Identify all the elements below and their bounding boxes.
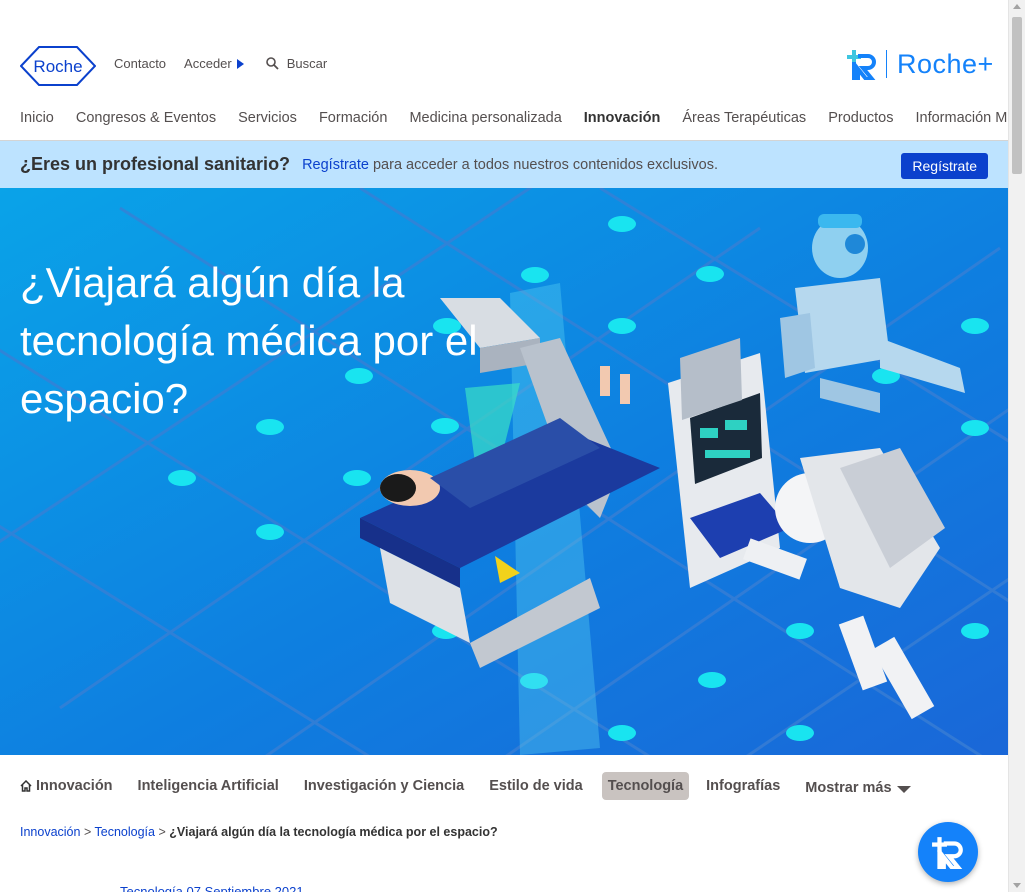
logo-separator [886,50,887,78]
breadcrumb-separator: > [158,825,166,839]
breadcrumb: Innovación > Tecnología > ¿Viajará algún… [20,825,498,839]
breadcrumb-link-tecnologia[interactable]: Tecnología [95,825,155,839]
nav-item-congresos[interactable]: Congresos & Eventos [76,110,216,126]
banner-text: Regístrate para acceder a todos nuestros… [302,157,718,173]
hero-title: ¿Viajará algún día la tecnología médica … [20,259,478,422]
scroll-thumb[interactable] [1012,17,1022,174]
subnav-item-estilo-de-vida[interactable]: Estilo de vida [489,778,582,794]
svg-text:Roche: Roche [33,57,82,76]
roche-plus-logo[interactable]: Roche+ [846,48,994,80]
roche-plus-logo-icon [847,50,876,80]
show-more-button[interactable]: Mostrar más [805,780,911,796]
caret-right-icon [236,58,244,69]
site-header: Roche Contacto Acceder Buscar Roche+ Ini… [0,0,1025,140]
breadcrumb-current: ¿Viajará algún día la tecnología médica … [169,825,498,839]
roche-logo[interactable]: Roche [20,46,96,86]
page-scrollbar[interactable] [1008,0,1025,892]
login-label: Acceder [184,56,232,71]
utility-links: Contacto Acceder Buscar [114,56,327,71]
banner-description: para acceder a todos nuestros contenidos… [368,156,718,173]
nav-item-medicina-personalizada[interactable]: Medicina personalizada [409,110,561,126]
main-nav: Inicio Congresos & Eventos Servicios For… [20,110,1025,126]
nav-item-innovacion[interactable]: Innovación [584,110,661,126]
section-subnav: Innovación Inteligencia Artificial Inves… [20,772,936,800]
breadcrumb-separator: > [83,825,92,839]
subnav-item-inteligencia-artificial[interactable]: Inteligencia Artificial [138,778,279,794]
contact-link[interactable]: Contacto [114,56,166,71]
roche-plus-wordmark: Roche+ [897,48,994,79]
subnav-item-investigacion-ciencia[interactable]: Investigación y Ciencia [304,778,464,794]
search-placeholder: Buscar [286,56,328,71]
banner-register-link[interactable]: Regístrate [302,157,369,173]
search-field[interactable]: Buscar [265,56,328,71]
nav-item-productos[interactable]: Productos [828,110,893,126]
banner-question: ¿Eres un profesional sanitario? [20,154,291,174]
hero-banner: ¿Viajará algún día la tecnología médica … [0,188,1008,755]
subnav-item-label: Innovación [36,778,113,794]
roche-plus-fab[interactable] [918,822,978,882]
roche-plus-fab-icon [932,837,963,869]
breadcrumb-link-innovacion[interactable]: Innovación [20,825,80,839]
scroll-up-arrow[interactable] [1013,4,1021,9]
subnav-item-infografias[interactable]: Infografías [706,778,780,794]
register-button[interactable]: Regístrate [901,153,988,179]
subnav-item-innovacion[interactable]: Innovación [20,778,113,794]
subnav-item-tecnologia[interactable]: Tecnología [601,772,690,800]
login-link[interactable]: Acceder [184,56,244,71]
nav-item-servicios[interactable]: Servicios [238,110,297,126]
home-icon [20,780,32,792]
article-meta-line: Tecnología 07 Septiembre 2021 [120,884,304,892]
professional-banner: ¿Eres un profesional sanitario? Regístra… [0,140,1008,188]
nav-item-inicio[interactable]: Inicio [20,110,54,126]
caret-down-icon [896,785,911,793]
nav-item-areas-terapeuticas[interactable]: Áreas Terapéuticas [682,110,806,126]
scroll-down-arrow[interactable] [1013,883,1021,888]
show-more-label: Mostrar más [805,780,892,796]
nav-item-formacion[interactable]: Formación [319,110,388,126]
search-icon [265,57,279,70]
